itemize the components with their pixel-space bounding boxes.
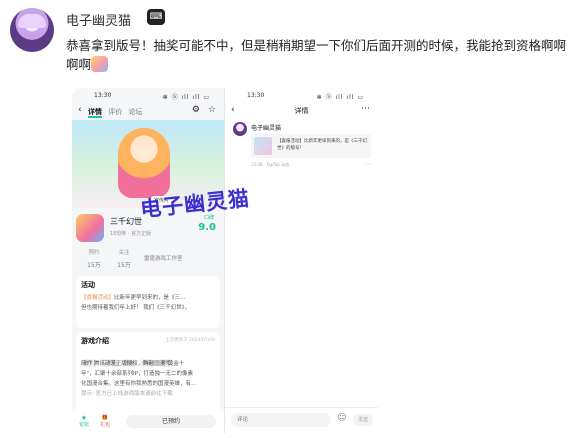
shared-post: 电子幽灵猫 【喜报活动】比新年更早到来的，是《三千幻世》的版号！ 15:08 ·… <box>225 120 378 180</box>
banner-character-image <box>118 128 170 198</box>
game-icon <box>76 214 104 242</box>
stat-label: 关注 <box>118 250 130 256</box>
tab-reviews: 评价 <box>108 108 123 116</box>
intro-date: 上次更新于 2024/07/09 <box>165 338 215 343</box>
back-icon: ‹ <box>231 105 235 115</box>
forum-button: ◉ 论坛 <box>79 415 90 428</box>
detail-bottom-bar: ◉ 论坛 🎁 礼包 已预约 <box>72 411 224 433</box>
favorite-icon: ☆ <box>207 105 216 115</box>
intro-line: 简介 腾讯动漫正版授权，跨越国漫"黄金十 <box>81 361 185 367</box>
intro-line: 化国漫合集。这里有你我熟悉的国漫英雄，有... <box>81 381 197 387</box>
poster-avatar <box>233 122 247 136</box>
post-body: 恭喜拿到版号！抽奖可能不中，但是稍稍期望一下你们后面开测的时候，我能抢到资格啊啊… <box>66 36 576 74</box>
post-detail-nav: ‹ 详情 ⋯ <box>225 102 378 120</box>
tab-forum: 论坛 <box>128 108 143 116</box>
poster-name: 电子幽灵猫 <box>251 125 282 132</box>
post-time: 15:08 · TapTap 动态 <box>251 162 290 167</box>
avatar-hair <box>18 14 46 28</box>
status-bar: 13:30 ✻ ⓑ ıll ıll ▭ <box>225 88 378 102</box>
activity-line-2: 但也期待着我们年上好！ 我们《三千幻世》， <box>81 305 190 311</box>
shared-thumbnail <box>254 137 272 155</box>
author-name[interactable]: 电子幽灵猫 <box>66 10 131 29</box>
emoji-icon: ☺ <box>337 413 347 423</box>
back-icon: ‹ <box>78 105 82 115</box>
game-score: 9.0 <box>198 222 216 233</box>
game-subtitle: 18恐怖 · 官方正版 <box>110 231 152 237</box>
activity-card: 活动 【喜报活动】比新年更早到来的，是《三... 但也期待着我们年上好！ 我们《… <box>76 276 220 328</box>
activity-title: 活动 <box>81 281 95 289</box>
post-text: 恭喜拿到版号！抽奖可能不中，但是稍稍期望一下你们后面开测的时候，我能抢到资格啊啊… <box>66 38 567 72</box>
status-icons: ✻ ⓑ ıll ıll ▭ <box>316 94 364 101</box>
settings-icon: ⚙ <box>191 105 200 115</box>
tab-details: 详情 <box>88 108 102 118</box>
sticker-emoji-icon <box>91 56 109 72</box>
more-icon: ⋯ <box>365 161 371 168</box>
stat-value: 15万 <box>117 262 131 269</box>
screenshot-game-detail[interactable]: 13:30 ✻ ⓑ ıll ıll ▭ ‹ 详情 评价 论坛 ⚙ ☆ 宣传片 三… <box>72 88 224 433</box>
activity-line: 【喜报活动】比新年更早到来的，是《三... <box>76 293 220 303</box>
feed-post: 电子幽灵猫 ⌨ 恭喜拿到版号！抽奖可能不中，但是稍稍期望一下你们后面开测的时候，… <box>0 0 585 438</box>
post-detail-title: 详情 <box>294 107 309 115</box>
gift-button: 🎁 礼包 <box>100 415 111 428</box>
game-badge-icon: ⌨ <box>147 9 165 25</box>
author-avatar[interactable] <box>10 8 54 52</box>
game-stats: 预约 15万 关注 15万 雷霆游戏工作室 <box>76 248 220 270</box>
intro-line: 提示: 官方已上线游戏版本请前往下载 <box>81 391 173 397</box>
intro-card: 游戏介绍 上次更新于 2024/07/09 抽卡 二次元 回合 养成 动漫 简介 腾讯动… <box>76 332 220 416</box>
activity-text: 比新年更早到来的，是《三... <box>114 295 186 301</box>
status-time: 13:30 <box>247 92 265 99</box>
forum-label: 论坛 <box>79 422 90 428</box>
comment-input <box>231 413 331 427</box>
more-icon: ⋯ <box>361 104 370 114</box>
screenshot-post-detail[interactable]: 13:30 ✻ ⓑ ıll ıll ▭ ‹ 详情 ⋯ 电子幽灵猫 【喜报活动】比… <box>224 88 378 433</box>
detail-nav: ‹ 详情 评价 论坛 ⚙ ☆ <box>72 102 224 120</box>
gift-label: 礼包 <box>100 422 111 428</box>
shared-link-card: 【喜报活动】比新年更早到来的，是《三千幻世》的版号！ <box>251 134 371 158</box>
reserved-button: 已预约 <box>126 415 216 428</box>
comment-bar: ☺ 发送 <box>225 407 378 433</box>
stat-follows: 关注 15万 <box>106 248 142 269</box>
status-time: 13:30 <box>94 92 112 99</box>
game-name: 三千幻世 <box>110 217 142 226</box>
activity-tag: 【喜报活动】 <box>81 295 115 301</box>
send-button: 发送 <box>353 414 373 426</box>
detail-tabs: 详情 评价 论坛 <box>88 107 146 118</box>
developer-name: 雷霆游戏工作室 <box>144 256 183 262</box>
shared-text: 【喜报活动】比新年更早到来的，是《三千幻世》的版号！ <box>277 139 367 151</box>
status-bar: 13:30 ✻ ⓑ ıll ıll ▭ <box>72 88 224 102</box>
intro-tags: 抽卡 二次元 回合 养成 动漫 <box>76 349 220 367</box>
status-icons: ✻ ⓑ ıll ıll ▭ <box>162 94 210 101</box>
intro-line: 年"，汇聚十余部系列IP，打造独一无二的像素 <box>81 371 193 377</box>
